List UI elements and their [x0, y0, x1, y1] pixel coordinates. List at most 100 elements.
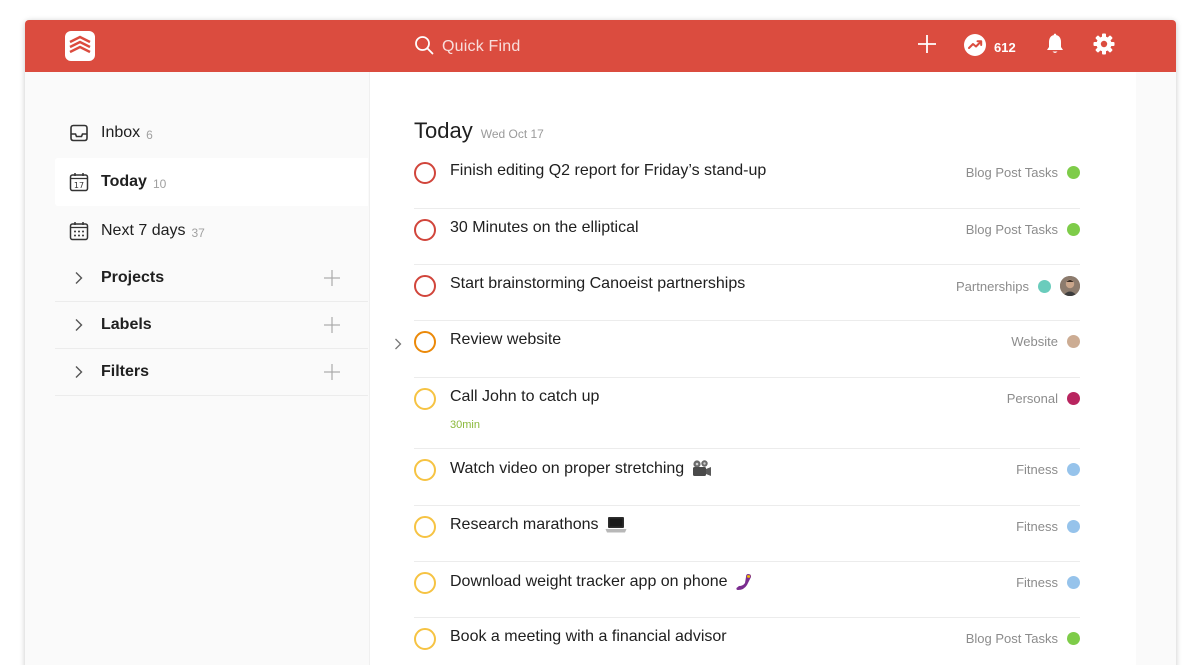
add-filter-button[interactable]: [322, 362, 342, 382]
task-row[interactable]: Book a meeting with a financial advisor …: [414, 618, 1080, 665]
task-row[interactable]: Download weight tracker app on phone Fit…: [414, 562, 1080, 618]
task-checkbox[interactable]: [414, 516, 436, 538]
page-date: Wed Oct 17: [480, 127, 544, 141]
film-camera-icon: [690, 459, 712, 479]
task-content[interactable]: Download weight tracker app on phone: [450, 572, 754, 592]
add-task-button[interactable]: [915, 34, 939, 58]
sidebar-item-label: Today: [101, 173, 147, 190]
sidebar-item-inbox[interactable]: Inbox 6: [55, 109, 368, 157]
notifications-button[interactable]: [1043, 33, 1067, 60]
task-project[interactable]: Fitness: [1016, 575, 1080, 590]
calendar-today-icon: 17: [69, 172, 89, 192]
task-project[interactable]: Personal: [1007, 391, 1080, 406]
task-row[interactable]: Research marathons Fitness: [414, 506, 1080, 562]
task-project[interactable]: Fitness: [1016, 519, 1080, 534]
sidebar-section-label: Projects: [101, 269, 165, 286]
settings-button[interactable]: [1092, 33, 1116, 60]
task-content[interactable]: Research marathons: [450, 516, 627, 534]
task-project[interactable]: Partnerships: [956, 276, 1080, 296]
task-text: Watch video on proper stretching: [450, 460, 685, 477]
main-content: Today Wed Oct 17 Finish editing Q2 repor…: [369, 72, 1136, 665]
task-text: Call John to catch up: [450, 388, 600, 405]
task-content[interactable]: Review website: [450, 331, 561, 349]
task-content[interactable]: Watch video on proper stretching: [450, 459, 712, 479]
chevron-right-icon: [69, 271, 89, 285]
top-bar: Quick Find 612: [25, 20, 1176, 72]
add-label-button[interactable]: [322, 315, 342, 335]
task-content[interactable]: Book a meeting with a financial advisor: [450, 628, 727, 646]
gear-icon: [1093, 33, 1115, 60]
sidebar-item-label: Inbox: [101, 124, 141, 141]
task-row[interactable]: Watch video on proper stretching Fitness: [414, 449, 1080, 506]
task-checkbox[interactable]: [414, 275, 436, 297]
quick-find-placeholder: Quick Find: [442, 38, 521, 55]
task-row[interactable]: Start brainstorming Canoeist partnership…: [414, 265, 1080, 321]
add-project-button[interactable]: [322, 268, 342, 288]
sidebar-section-labels[interactable]: Labels: [55, 302, 368, 349]
task-checkbox[interactable]: [414, 219, 436, 241]
task-content[interactable]: Finish editing Q2 report for Friday’s st…: [450, 162, 766, 180]
project-color-dot: [1067, 463, 1080, 476]
bell-icon: [1045, 33, 1065, 60]
todoist-logo[interactable]: [65, 31, 95, 61]
task-text: Research marathons: [450, 516, 599, 533]
sidebar-section-projects[interactable]: Projects: [55, 255, 368, 302]
task-checkbox[interactable]: [414, 331, 436, 353]
page-title: Today: [414, 118, 473, 143]
sidebar-section-label: Labels: [101, 316, 152, 333]
task-checkbox[interactable]: [414, 459, 436, 481]
task-project[interactable]: Blog Post Tasks: [966, 631, 1080, 646]
inbox-icon: [69, 123, 89, 143]
sidebar-item-next-7-days[interactable]: Next 7 days 37: [55, 207, 368, 255]
task-project-name: Blog Post Tasks: [965, 165, 1058, 180]
sidebar-item-today[interactable]: 17 Today 10: [55, 158, 368, 206]
project-color-dot: [1067, 223, 1080, 236]
task-row[interactable]: Review website Website: [395, 321, 1080, 378]
plus-icon: [324, 317, 340, 333]
task-checkbox[interactable]: [414, 388, 436, 410]
task-project[interactable]: Fitness: [1016, 462, 1080, 477]
task-project-name: Partnerships: [956, 278, 1029, 294]
task-checkbox[interactable]: [414, 162, 436, 184]
task-project-name: Website: [1011, 334, 1058, 349]
task-duration-label: 30min: [450, 419, 480, 431]
project-color-dot: [1038, 279, 1051, 293]
task-project[interactable]: Blog Post Tasks: [966, 165, 1080, 180]
task-project-name: Blog Post Tasks: [965, 631, 1058, 646]
task-content[interactable]: Call John to catch up: [450, 388, 599, 406]
quick-find-search[interactable]: Quick Find: [414, 35, 521, 58]
task-project-name: Personal: [1006, 391, 1058, 406]
task-text: Download weight tracker app on phone: [450, 573, 728, 590]
task-project[interactable]: Website: [1011, 334, 1080, 349]
task-content[interactable]: 30 Minutes on the elliptical: [450, 219, 639, 237]
task-text: 30 Minutes on the elliptical: [450, 219, 639, 236]
task-row[interactable]: Finish editing Q2 report for Friday’s st…: [414, 152, 1080, 209]
task-checkbox[interactable]: [414, 572, 436, 594]
task-project-name: Blog Post Tasks: [965, 222, 1058, 237]
sidebar-item-label: Next 7 days: [101, 222, 186, 239]
plus-icon: [324, 270, 340, 286]
view-header: Today Wed Oct 17: [414, 118, 544, 144]
plus-icon: [917, 34, 937, 59]
karma-button[interactable]: 612: [964, 34, 1016, 61]
chevron-right-icon: [394, 337, 402, 354]
task-row[interactable]: Call John to catch up 30min Personal: [414, 378, 1080, 449]
svg-text:17: 17: [74, 181, 84, 190]
karma-trend-icon: [964, 34, 986, 61]
chevron-right-icon: [69, 318, 89, 332]
project-color-dot: [1067, 335, 1080, 348]
task-project-name: Fitness: [1016, 462, 1058, 477]
sidebar-item-count: 10: [152, 176, 167, 191]
task-project[interactable]: Blog Post Tasks: [966, 222, 1080, 237]
assignee-avatar[interactable]: [1060, 276, 1080, 296]
task-text: Book a meeting with a financial advisor: [450, 628, 727, 645]
task-content[interactable]: Start brainstorming Canoeist partnership…: [450, 275, 745, 293]
laptop-icon: [605, 516, 627, 534]
task-checkbox[interactable]: [414, 628, 436, 650]
sidebar-section-filters[interactable]: Filters: [55, 349, 368, 396]
sidebar: Inbox 6 17 Today 10 Next 7 days 37 Proje…: [55, 72, 369, 665]
sidebar-section-label: Filters: [101, 363, 150, 380]
project-color-dot: [1067, 576, 1080, 589]
task-row[interactable]: 30 Minutes on the elliptical Blog Post T…: [414, 209, 1080, 265]
expand-subtasks-toggle[interactable]: [394, 337, 402, 355]
